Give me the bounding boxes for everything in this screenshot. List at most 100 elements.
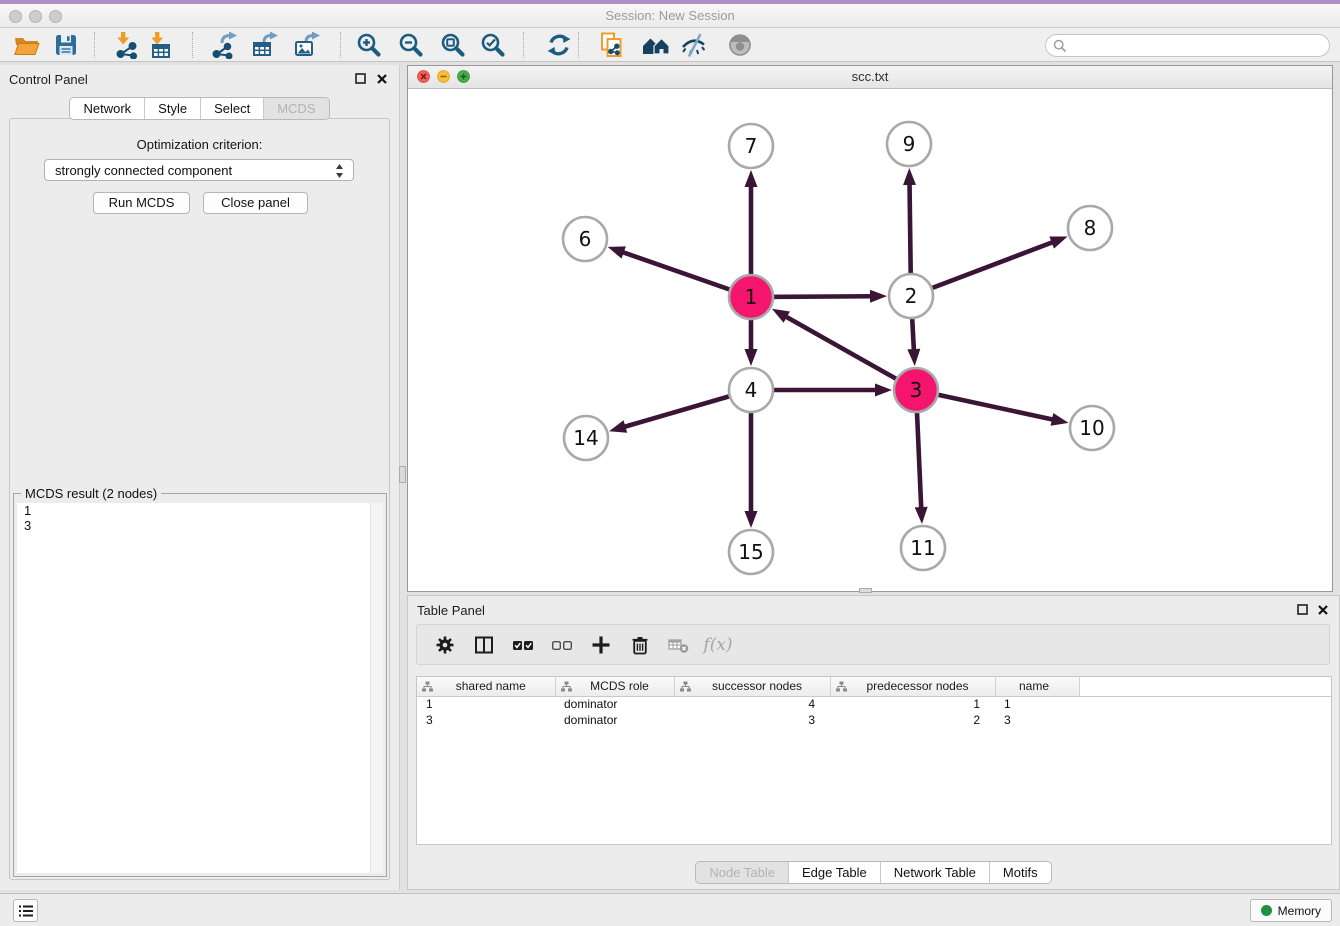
import-network-icon[interactable] [112, 31, 140, 59]
tab-style[interactable]: Style [144, 98, 200, 119]
table-cell[interactable]: 1 [995, 696, 1079, 712]
show-all-eye-icon[interactable] [726, 31, 754, 59]
table-cell[interactable]: 1 [417, 696, 555, 712]
graph-node-1[interactable]: 1 [729, 275, 773, 319]
show-columns-icon[interactable] [473, 634, 495, 656]
gear-icon[interactable] [434, 634, 456, 656]
graph-node-label: 4 [745, 378, 758, 402]
close-panel-button[interactable]: Close panel [203, 192, 308, 214]
first-neighbors-icon[interactable] [642, 31, 670, 59]
table-tab-node-table[interactable]: Node Table [696, 862, 788, 883]
graph-node-15[interactable]: 15 [729, 530, 773, 574]
graph-node-8[interactable]: 8 [1068, 206, 1112, 250]
fx-label: f(x) [703, 635, 732, 655]
zoom-in-icon[interactable] [355, 31, 383, 59]
table-cell[interactable]: 1 [830, 696, 995, 712]
graph-edge-arrowhead [870, 290, 887, 303]
optimization-criterion-select[interactable]: strongly connected component [44, 159, 354, 181]
table-cell[interactable]: dominator [555, 712, 674, 728]
zoom-out-icon[interactable] [397, 31, 425, 59]
table-cell[interactable]: dominator [555, 696, 674, 712]
graph-node-label: 9 [903, 132, 916, 156]
table-cell[interactable]: 3 [674, 712, 830, 728]
export-network-icon[interactable] [210, 31, 238, 59]
graph-node-11[interactable]: 11 [901, 526, 945, 570]
column-label: successor nodes [691, 679, 830, 693]
control-panel: Control Panel NetworkStyleSelectMCDS Opt… [0, 65, 400, 890]
table-cell-filler [1079, 696, 1331, 712]
node-table: shared nameMCDS role successor nodesprede… [416, 676, 1332, 845]
search-input[interactable] [1070, 36, 1324, 55]
tab-select[interactable]: Select [200, 98, 263, 119]
graph-edge-arrowhead [772, 309, 790, 323]
delete-table-icon[interactable] [668, 634, 690, 656]
graph-node-4[interactable]: 4 [729, 368, 773, 412]
table-panel: Table Panel [407, 595, 1340, 890]
task-history-button[interactable] [13, 899, 38, 922]
graph-node-3[interactable]: 3 [894, 368, 938, 412]
network-canvas[interactable]: 7 9 6 8 1 2 4 3 14 10 15 11 [408, 89, 1332, 591]
graph-node-9[interactable]: 9 [887, 122, 931, 166]
trash-icon[interactable] [629, 634, 651, 656]
horizontal-splitter-handle[interactable] [859, 588, 872, 593]
export-image-icon[interactable] [293, 31, 321, 59]
graph-node-10[interactable]: 10 [1070, 406, 1114, 450]
table-row[interactable]: 3dominator323 [417, 712, 1331, 728]
save-session-icon[interactable] [52, 31, 80, 59]
selected-criterion-value: strongly connected component [55, 163, 232, 178]
import-table-icon[interactable] [146, 31, 174, 59]
graph-edge-arrowhead [745, 170, 758, 187]
memory-button[interactable]: Memory [1250, 899, 1332, 922]
select-all-icon[interactable] [512, 634, 534, 656]
minimize-network-button[interactable] [437, 70, 450, 83]
column-header-successor-nodes[interactable]: successor nodes [674, 677, 830, 696]
minimize-window-button[interactable] [29, 10, 42, 23]
table-tab-edge-table[interactable]: Edge Table [788, 862, 880, 883]
vertical-splitter-handle[interactable] [399, 466, 406, 483]
deselect-all-icon[interactable] [551, 634, 573, 656]
maximize-window-button[interactable] [49, 10, 62, 23]
table-cell[interactable]: 3 [995, 712, 1079, 728]
refresh-view-icon[interactable] [545, 31, 573, 59]
close-table-panel-icon[interactable] [1316, 603, 1330, 617]
graph-node-label: 6 [579, 227, 592, 251]
table-cell[interactable]: 2 [830, 712, 995, 728]
close-window-button[interactable] [9, 10, 22, 23]
tab-mcds[interactable]: MCDS [263, 98, 328, 119]
column-header-predecessor-nodes[interactable]: predecessor nodes [830, 677, 995, 696]
column-header-shared-name[interactable]: shared name [417, 677, 555, 696]
column-header-mcds-role[interactable]: MCDS role [555, 677, 674, 696]
mcds-result-textarea[interactable]: 13 [17, 503, 383, 873]
hide-selected-eye-icon[interactable] [680, 31, 708, 59]
run-mcds-button[interactable]: Run MCDS [93, 192, 190, 214]
tab-network[interactable]: Network [70, 98, 144, 119]
new-network-from-selection-icon[interactable] [597, 31, 625, 59]
float-table-panel-icon[interactable] [1296, 603, 1310, 617]
function-builder-icon[interactable]: f(x) [707, 634, 729, 656]
close-panel-icon[interactable] [375, 72, 389, 86]
close-network-button[interactable] [417, 70, 430, 83]
memory-label: Memory [1278, 904, 1321, 918]
graph-node-6[interactable]: 6 [563, 217, 607, 261]
graph-node-7[interactable]: 7 [729, 124, 773, 168]
graph-node-2[interactable]: 2 [889, 274, 933, 318]
graph-node-14[interactable]: 14 [564, 416, 608, 460]
add-column-icon[interactable] [590, 634, 612, 656]
table-cell[interactable]: 4 [674, 696, 830, 712]
open-session-icon[interactable] [12, 31, 40, 59]
table-tab-motifs[interactable]: Motifs [989, 862, 1051, 883]
result-scrollbar[interactable] [370, 503, 383, 873]
maximize-network-button[interactable] [457, 70, 470, 83]
app-window: Session: New Session [0, 0, 1340, 926]
table-cell[interactable]: 3 [417, 712, 555, 728]
table-row[interactable]: 1dominator411 [417, 696, 1331, 712]
zoom-fit-icon[interactable] [439, 31, 467, 59]
table-cell-filler [1079, 712, 1331, 728]
column-header-name[interactable]: name [995, 677, 1079, 696]
column-type-icon [836, 681, 847, 692]
export-table-icon[interactable] [251, 31, 279, 59]
table-tab-network-table[interactable]: Network Table [880, 862, 989, 883]
table-panel-header: Table Panel [408, 596, 1339, 622]
zoom-selected-icon[interactable] [479, 31, 507, 59]
float-panel-icon[interactable] [354, 72, 368, 86]
